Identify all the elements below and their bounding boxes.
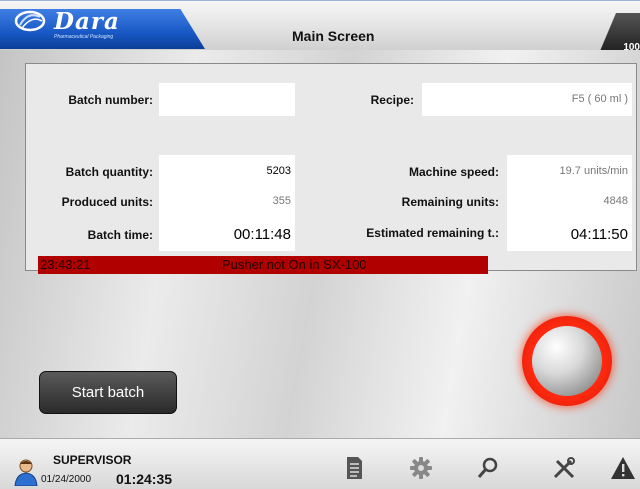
machine-speed-field: 19.7 units/min (507, 155, 632, 188)
right-tab[interactable]: 100 (600, 13, 640, 51)
estimated-remaining-field: 04:11:50 (507, 218, 632, 251)
red-ring-button[interactable] (522, 316, 612, 406)
batch-number-label: Batch number: (68, 93, 153, 107)
estimated-remaining-label: Estimated remaining t.: (366, 226, 499, 240)
remaining-units-label: Remaining units: (401, 195, 499, 209)
footer-date: 01/24/2000 (41, 474, 92, 485)
remaining-units-field: 4848 (507, 185, 632, 218)
logo-text: Dara (54, 8, 120, 35)
batch-time-field: 00:11:48 (159, 218, 295, 251)
screen-title: Main Screen (292, 28, 375, 44)
footer-time: 01:24:35 (116, 471, 173, 487)
start-batch-button[interactable]: Start batch (39, 371, 177, 414)
batch-time-label: Batch time: (87, 228, 153, 242)
user-role: SUPERVISOR (53, 453, 132, 467)
logo-subtitle: Pharmaceutical Packaging (54, 34, 114, 40)
produced-units-field: 355 (159, 185, 295, 218)
user-avatar-icon (14, 459, 38, 486)
recipe-field: F5 ( 60 ml ) (422, 83, 632, 116)
machine-speed-label: Machine speed: (408, 165, 499, 179)
dara-logo-icon (14, 10, 46, 32)
batch-quantity-label: Batch quantity: (65, 165, 153, 179)
batch-quantity-field: 5203 (159, 155, 295, 188)
batch-number-field (159, 83, 295, 116)
title-bar: Dara Pharmaceutical Packaging Main Scree… (0, 0, 640, 51)
round-button-knob (532, 326, 602, 396)
alarm-time: 23:43:21 (40, 257, 91, 272)
gear-icon[interactable] (408, 455, 434, 481)
document-icon[interactable] (341, 455, 367, 481)
alarm-message: Pusher not On in SX-100 (222, 257, 367, 272)
produced-units-label: Produced units: (61, 195, 153, 209)
search-icon[interactable] (475, 455, 501, 481)
tools-icon[interactable] (551, 455, 577, 481)
alarm-banner[interactable]: 23:43:21 Pusher not On in SX-100 (38, 256, 488, 274)
warning-icon[interactable] (610, 455, 640, 481)
recipe-label: Recipe: (370, 93, 414, 107)
